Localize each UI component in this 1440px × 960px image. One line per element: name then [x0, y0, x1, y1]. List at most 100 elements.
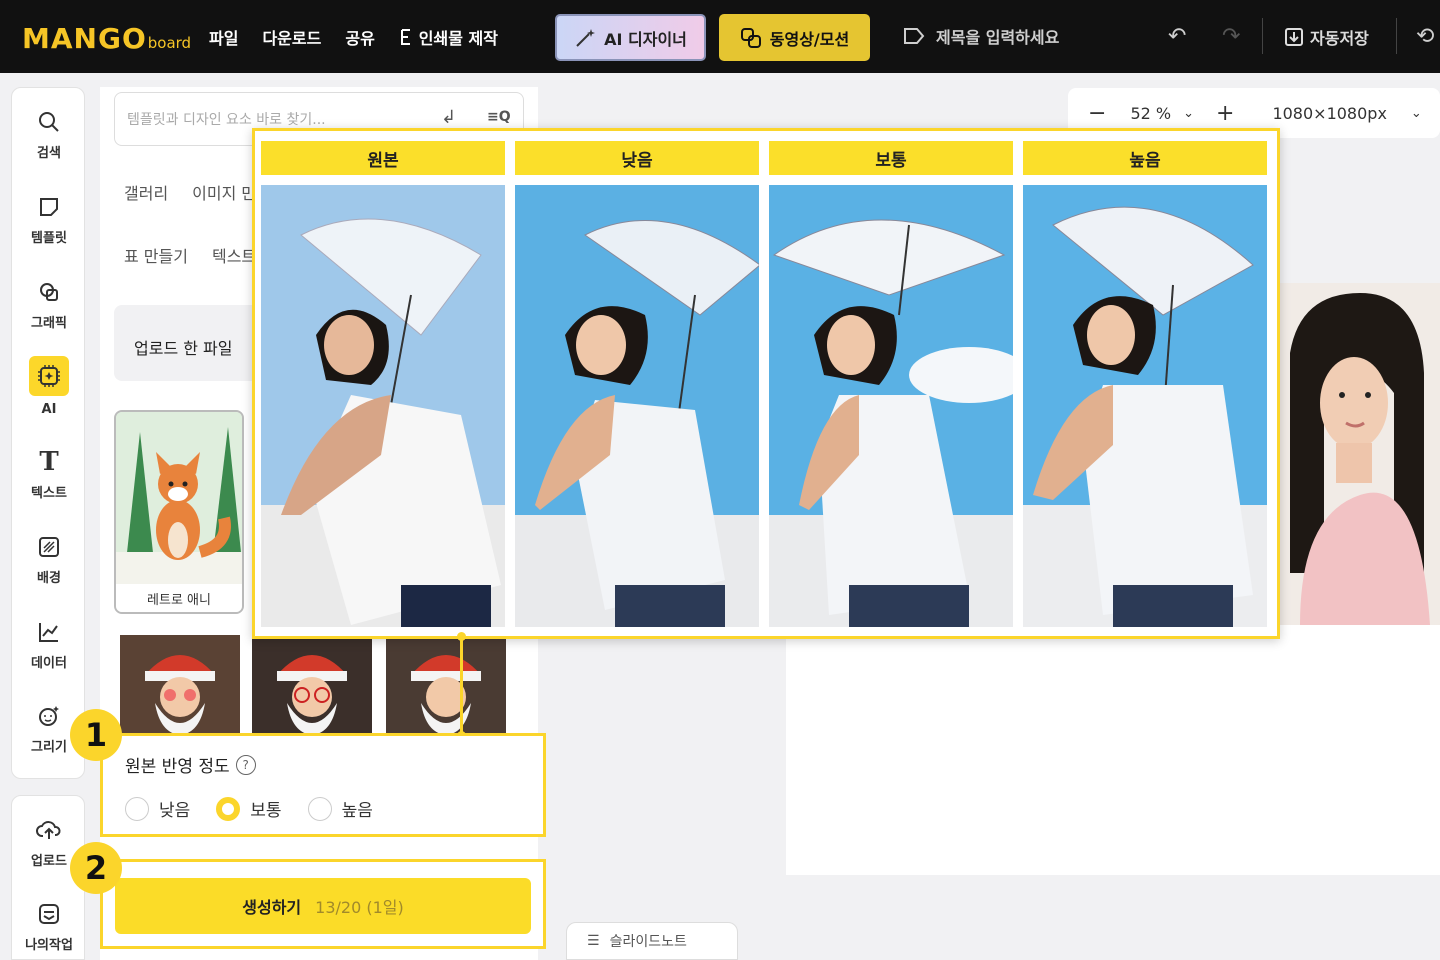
radio-circle-selected[interactable]: [216, 796, 241, 821]
category-row: 갤러리 이미지 만: [124, 180, 256, 204]
rail-label: 나의작업: [25, 938, 73, 953]
rail-item-background[interactable]: 배경: [12, 533, 86, 586]
zoom-out-icon[interactable]: −: [1088, 101, 1106, 126]
rail-item-ai[interactable]: AI: [12, 356, 86, 417]
santa-illustration: [252, 635, 372, 735]
redo-icon[interactable]: ↷: [1222, 24, 1240, 49]
compare-image: [769, 185, 1013, 627]
radio-low[interactable]: 낮음: [125, 796, 190, 821]
rail-label: 텍스트: [31, 486, 67, 501]
compare-image: [515, 185, 759, 627]
step-badge-2: 2: [70, 842, 122, 894]
menu-share[interactable]: 공유: [345, 25, 374, 49]
ai-chip-icon: [29, 356, 69, 396]
video-motion-label: 동영상/모션: [769, 29, 850, 49]
title-input[interactable]: 제목을 입력하세요: [902, 24, 1059, 48]
thumb-caption: 레트로 애니: [116, 584, 242, 612]
filter-search-icon[interactable]: ≡Q: [487, 109, 511, 125]
radio-high[interactable]: 높음: [307, 796, 373, 821]
chevron-down-icon[interactable]: ⌄: [1411, 106, 1422, 121]
cloud-upload-icon: [35, 816, 63, 844]
photo-original: [261, 185, 505, 627]
radio-label: 낮음: [159, 801, 191, 821]
rail-item-search[interactable]: 검색: [12, 108, 86, 161]
search-placeholder: 템플릿과 디자인 요소 바로 찾기...: [127, 112, 326, 128]
fidelity-radio-group: 낮음 보통 높음: [125, 796, 373, 821]
rail-label: 템플릿: [31, 231, 67, 246]
menu-file[interactable]: 파일: [209, 25, 238, 49]
print-doc-icon: [400, 29, 410, 45]
callout-connector: [460, 638, 463, 736]
undo-icon[interactable]: ↶: [1168, 24, 1186, 49]
compare-label: 낮음: [515, 141, 759, 175]
rail-label: 배경: [37, 571, 61, 586]
compare-label: 보통: [769, 141, 1013, 175]
compare-image: [1023, 185, 1267, 627]
fidelity-title-label: 원본 반영 정도: [125, 757, 230, 777]
my-work-icon: [35, 900, 63, 928]
rail-item-text[interactable]: T 텍스트: [12, 447, 86, 501]
ai-designer-button[interactable]: AI 디자이너: [555, 14, 706, 61]
fidelity-option-card: 원본 반영 정도 ? 낮음 보통 높음: [100, 733, 546, 837]
menu-download[interactable]: 다운로드: [262, 25, 321, 49]
menu-print[interactable]: 인쇄물 제작: [399, 25, 498, 49]
rail-label: 그래픽: [31, 316, 67, 331]
ai-designer-label: AI 디자이너: [604, 29, 687, 49]
style-thumb-retro-anime[interactable]: 레트로 애니: [114, 410, 244, 614]
style-thumb-santa-2[interactable]: [252, 635, 372, 735]
rail-item-data[interactable]: 데이터: [12, 618, 86, 671]
chevron-down-icon[interactable]: ⌄: [1183, 106, 1194, 121]
rail-label: AI: [41, 402, 57, 417]
video-motion-button[interactable]: 동영상/모션: [719, 14, 870, 61]
slide-note-tab[interactable]: ☰ 슬라이드노트: [566, 922, 738, 960]
santa-illustration: [120, 635, 240, 735]
comparison-panel: 원본 낮음 보통 높음: [252, 128, 1280, 639]
logo[interactable]: MANGO board: [22, 22, 191, 55]
category-table[interactable]: 표 만들기: [124, 243, 188, 267]
text-icon: T: [39, 447, 59, 477]
radio-label: 높음: [341, 801, 373, 821]
rail-item-template[interactable]: 템플릿: [12, 193, 86, 246]
help-icon[interactable]: ?: [235, 754, 256, 775]
style-thumb-santa-1[interactable]: [120, 635, 240, 735]
canvas-size[interactable]: 1080×1080px: [1272, 104, 1386, 123]
main-menu: 파일 다운로드 공유 인쇄물 제작: [209, 25, 498, 49]
style-thumb-santa-3[interactable]: [386, 635, 506, 735]
radio-circle[interactable]: [125, 796, 149, 821]
history-icon[interactable]: ⟲: [1416, 24, 1434, 49]
rail-item-mywork[interactable]: 나의작업: [12, 900, 86, 953]
fidelity-title: 원본 반영 정도 ?: [125, 752, 256, 777]
category-gallery[interactable]: 갤러리: [124, 180, 168, 204]
connector-dot: [457, 632, 466, 641]
divider: [1262, 18, 1263, 54]
zoom-in-icon[interactable]: +: [1216, 101, 1234, 126]
search-icon: [35, 108, 63, 136]
illustration-high: [1023, 185, 1267, 627]
compare-label: 높음: [1023, 141, 1267, 175]
category-row: 표 만들기 텍스트: [124, 243, 256, 267]
zoom-value[interactable]: 52 %: [1130, 104, 1171, 123]
logo-sub: board: [147, 34, 192, 52]
radio-circle[interactable]: [307, 796, 332, 821]
illustration-low: [515, 185, 759, 627]
radio-label: 보통: [250, 801, 282, 821]
canvas-photo[interactable]: [1280, 283, 1440, 625]
magic-wand-icon: [576, 28, 596, 47]
category-text[interactable]: 텍스트: [212, 243, 256, 267]
generate-button[interactable]: 생성하기 13/20 (1일): [115, 878, 531, 934]
logo-main: MANGO: [22, 22, 147, 55]
category-image[interactable]: 이미지 만: [192, 180, 256, 204]
background-icon: [35, 533, 63, 561]
radio-medium[interactable]: 보통: [216, 796, 282, 821]
menu-print-label: 인쇄물 제작: [418, 29, 498, 48]
enter-icon[interactable]: ↲: [441, 107, 456, 128]
compare-column-low: 낮음: [515, 141, 759, 627]
line-chart-icon: [35, 618, 63, 646]
generate-label: 생성하기: [242, 898, 302, 917]
autosave-button[interactable]: 자동저장: [1284, 25, 1369, 49]
rail-item-graphic[interactable]: 그래픽: [12, 278, 86, 331]
top-bar: MANGO board 파일 다운로드 공유 인쇄물 제작 AI 디자이너 동영상…: [0, 0, 1440, 73]
title-placeholder: 제목을 입력하세요: [936, 28, 1060, 47]
divider: [1396, 18, 1397, 54]
draw-face-icon: [35, 702, 63, 730]
